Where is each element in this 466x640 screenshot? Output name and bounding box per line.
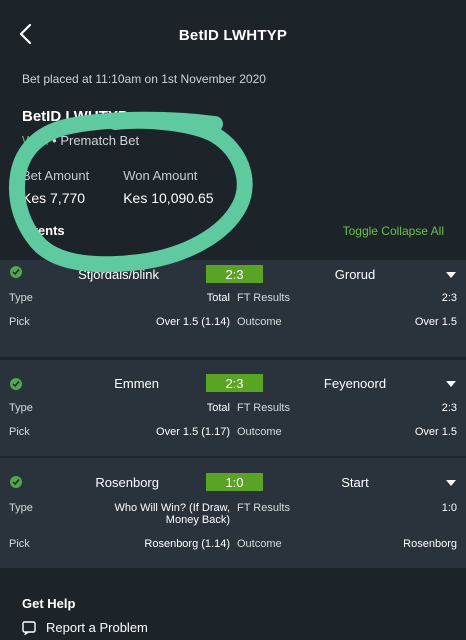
bet-placed-text: Bet placed at 11:10am on 1st November 20…: [22, 72, 266, 86]
outcome-label: Outcome: [237, 316, 282, 328]
pick-value: Over 1.5 (1.14): [156, 316, 230, 328]
check-circle-icon: [10, 476, 22, 488]
type-value: Who Will Win? (If Draw, Money Back): [114, 502, 230, 526]
event-header[interactable]: Rosenborg 1:0 Start: [0, 458, 466, 496]
outcome-value: Over 1.5: [414, 426, 457, 438]
report-problem-link[interactable]: Report a Problem: [22, 620, 148, 635]
status-badge: Won: [22, 133, 49, 148]
score-badge: 2:3: [206, 265, 263, 283]
back-chevron-icon[interactable]: [14, 20, 38, 48]
outcome-value: Rosenborg: [403, 538, 457, 550]
pick-label: Pick: [9, 426, 30, 438]
type-value: Total: [206, 292, 230, 304]
ft-results-value: 2:3: [441, 402, 457, 414]
outcome-label: Outcome: [237, 538, 282, 550]
pick-label: Pick: [9, 538, 30, 550]
event-card[interactable]: Rosenborg 1:0 Start Type Who Will Win? (…: [0, 458, 466, 568]
top-bar: BetID LWHTYP: [0, 0, 466, 70]
toggle-collapse-all-link[interactable]: Toggle Collapse All: [343, 224, 444, 238]
pick-value: Rosenborg (1.14): [144, 538, 230, 550]
won-amount-value: Kes 10,090.65: [123, 190, 214, 206]
won-amount-label: Won Amount: [123, 168, 198, 183]
report-problem-label: Report a Problem: [46, 620, 148, 635]
score-badge: 2:3: [206, 374, 263, 392]
type-label: Type: [9, 292, 33, 304]
event-card[interactable]: Stjordals/blink 2:3 Grorud Type Total FT…: [0, 260, 466, 357]
events-label: Events: [22, 223, 65, 238]
page-title: BetID LWHTYP: [178, 26, 288, 44]
bet-type: Prematch Bet: [60, 133, 140, 148]
type-value: Total: [206, 402, 230, 414]
pick-row: Pick Rosenborg (1.14) Outcome Rosenborg: [0, 532, 466, 556]
type-row: Type Total FT Results 2:3: [0, 288, 466, 312]
events-header: Events Toggle Collapse All: [22, 223, 444, 238]
score-badge: 1:0: [206, 473, 263, 491]
ft-results-value: 1:0: [441, 502, 457, 514]
event-card[interactable]: Emmen 2:3 Feyenoord Type Total FT Result…: [0, 360, 466, 456]
bet-id: BetID LWHTYP: [22, 108, 128, 125]
pick-row: Pick Over 1.5 (1.14) Outcome Over 1.5: [0, 312, 466, 336]
separator: •: [52, 133, 57, 148]
bet-amount-value: Kes 7,770: [22, 190, 86, 206]
away-team: Feyenoord: [323, 376, 387, 391]
caret-down-icon[interactable]: [446, 272, 456, 278]
type-label: Type: [9, 402, 33, 414]
caret-down-icon[interactable]: [446, 381, 456, 387]
pick-value: Over 1.5 (1.17): [156, 426, 230, 438]
ft-results-label: FT Results: [237, 402, 290, 414]
type-row: Type Who Will Win? (If Draw, Money Back)…: [0, 496, 466, 532]
outcome-value: Over 1.5: [414, 316, 457, 328]
type-row: Type Total FT Results 2:3: [0, 398, 466, 422]
bet-summary: BetID LWHTYP Won • Prematch Bet: [22, 108, 139, 148]
bet-amount: Bet Amount Kes 7,770: [22, 168, 89, 206]
away-team: Start: [341, 475, 369, 490]
type-value-line2: Money Back): [165, 514, 230, 526]
pick-label: Pick: [9, 316, 30, 328]
event-header[interactable]: Emmen 2:3 Feyenoord: [0, 360, 466, 398]
home-team: Rosenborg: [95, 475, 159, 490]
amounts: Bet Amount Kes 7,770 Won Amount Kes 10,0…: [22, 168, 214, 206]
check-circle-icon: [10, 266, 22, 278]
bet-amount-label: Bet Amount: [22, 168, 90, 183]
outcome-label: Outcome: [237, 426, 282, 438]
ft-results-label: FT Results: [237, 292, 290, 304]
ft-results-value: 2:3: [441, 292, 457, 304]
home-team: Emmen: [114, 376, 159, 391]
away-team: Grorud: [334, 267, 376, 282]
pick-row: Pick Over 1.5 (1.17) Outcome Over 1.5: [0, 422, 466, 446]
won-amount: Won Amount Kes 10,090.65: [123, 168, 213, 206]
caret-down-icon[interactable]: [446, 480, 456, 486]
type-label: Type: [9, 502, 33, 514]
report-icon: [22, 620, 36, 635]
home-team: Stjordals/blink: [78, 267, 159, 282]
event-header[interactable]: Stjordals/blink 2:3 Grorud: [0, 260, 466, 288]
bet-status-line: Won • Prematch Bet: [22, 133, 139, 148]
type-value-line1: Who Will Win? (If Draw,: [114, 502, 230, 514]
ft-results-label: FT Results: [237, 502, 290, 514]
get-help-title: Get Help: [22, 596, 76, 611]
check-circle-icon: [10, 378, 22, 390]
